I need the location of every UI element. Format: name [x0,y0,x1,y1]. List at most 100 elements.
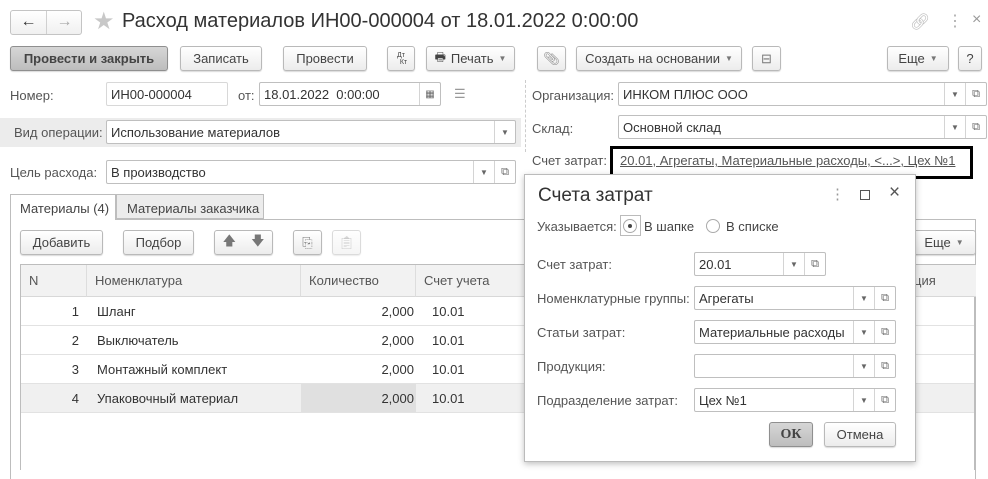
attach-button[interactable]: 📎︎ [537,46,566,71]
header-n[interactable]: N [21,265,87,297]
select-button[interactable]: Подбор [123,230,194,255]
open-icon[interactable]: ⧉ [965,116,986,138]
arrow-down-icon[interactable]: 🡇 [251,232,264,254]
cost-accounts-dialog: Счета затрат ⋮ × Указывается: В шапке В … [524,174,916,462]
more-button[interactable]: Еще ▼ [887,46,949,71]
account-value: 20.01 [699,256,732,272]
paste-button[interactable]: 📋︎ [332,230,361,255]
save-button[interactable]: Записать [180,46,262,71]
open-icon[interactable]: ⧉ [494,161,515,183]
items-select[interactable]: Материальные расходы ▼ ⧉ [694,320,896,344]
division-select[interactable]: Цех №1 ▼ ⧉ [694,388,896,412]
header-quantity[interactable]: Количество [301,265,416,297]
chevron-down-icon: ▼ [498,54,507,63]
account-label: Счет затрат: [537,257,612,272]
chevron-down-icon: ▼ [929,54,938,63]
operation-value: Использование материалов [111,124,281,140]
radio-list[interactable] [706,219,720,233]
dropdown-icon[interactable]: ▼ [944,116,965,138]
organization-select[interactable]: ИНКОМ ПЛЮС ООО ▼ ⧉ [618,82,987,106]
row-account: 10.01 [432,391,465,406]
dropdown-icon[interactable]: ▼ [783,253,804,275]
kt-label: Кт [399,58,408,66]
account-select[interactable]: 20.01 ▼ ⧉ [694,252,826,276]
purpose-value: В производство [111,164,206,180]
print-label: Печать [450,51,494,66]
help-button[interactable]: ? [958,46,982,71]
tab-materials[interactable]: Материалы (4) [10,194,116,220]
structure-button[interactable]: ⊟ [752,46,781,71]
date-label: от: [238,88,255,103]
copy-button[interactable]: ⎘ [293,230,322,255]
printer-icon: 🖶 [434,50,446,64]
history-icon[interactable]: ☰ [454,86,466,102]
warehouse-select[interactable]: Основной склад ▼ ⧉ [618,115,987,139]
cancel-button[interactable]: Отмена [824,422,896,447]
chevron-down-icon: ▼ [955,238,964,247]
maximize-icon[interactable] [860,190,870,200]
row-number: 4 [71,391,79,406]
dropdown-icon[interactable]: ▼ [853,287,874,309]
row-quantity: 2,000 [381,391,414,406]
post-and-close-button[interactable]: Провести и закрыть [10,46,168,71]
more-vertical-icon[interactable]: ⋮ [830,185,845,203]
open-icon[interactable]: ⧉ [874,355,895,377]
nav-buttons: ← → [10,10,82,35]
dt-kt-button[interactable]: Дт Кт [387,46,415,71]
add-button[interactable]: Добавить [20,230,103,255]
radio-header-label[interactable]: В шапке [644,219,694,234]
groups-select[interactable]: Агрегаты ▼ ⧉ [694,286,896,310]
create-based-on-button[interactable]: Создать на основании ▼ [576,46,742,71]
back-button[interactable]: ← [11,11,47,34]
ok-button[interactable]: ОК [769,422,813,447]
organization-value: ИНКОМ ПЛЮС ООО [623,86,748,102]
calendar-icon[interactable]: ▦ [419,83,440,105]
move-buttons: 🡅 🡇 [214,230,273,255]
link-icon[interactable]: 🔗︎ [910,12,930,32]
favorite-star-icon[interactable]: ★ [93,7,115,36]
post-button[interactable]: Провести [283,46,367,71]
radio-header[interactable] [623,219,637,233]
open-icon[interactable]: ⧉ [874,389,895,411]
row-number: 3 [71,362,79,377]
dropdown-icon[interactable]: ▼ [494,121,515,143]
header-nomenclature[interactable]: Номенклатура [87,265,301,297]
row-account: 10.01 [432,304,465,319]
division-value: Цех №1 [699,392,747,408]
close-icon[interactable]: × [972,11,981,29]
cost-account-label: Счет затрат: [532,153,607,168]
print-button[interactable]: 🖶 Печать ▼ [426,46,515,71]
more-vertical-icon[interactable]: ⋮ [947,11,963,31]
product-select[interactable]: ▼ ⧉ [694,354,896,378]
items-value: Материальные расходы [699,324,845,340]
dropdown-icon[interactable]: ▼ [853,355,874,377]
dropdown-icon[interactable]: ▼ [853,321,874,343]
groups-value: Агрегаты [699,290,754,306]
row-quantity: 2,000 [381,362,414,377]
dropdown-icon[interactable]: ▼ [944,83,965,105]
open-icon[interactable]: ⧉ [804,253,825,275]
paperclip-icon: 📎︎ [543,50,560,66]
cost-account-link[interactable]: 20.01, Агрегаты, Материальные расходы, <… [620,153,955,168]
row-number: 2 [71,333,79,348]
operation-select[interactable]: Использование материалов ▼ [106,120,516,144]
arrow-up-icon[interactable]: 🡅 [223,232,236,254]
open-icon[interactable]: ⧉ [965,83,986,105]
row-nomenclature: Шланг [97,304,136,319]
close-icon[interactable]: × [889,182,900,204]
purpose-select[interactable]: В производство ▼ ⧉ [106,160,516,184]
table-more-button[interactable]: Еще ▼ [912,230,976,255]
tab-customer-materials[interactable]: Материалы заказчика [116,194,264,219]
number-label: Номер: [10,88,54,103]
number-input[interactable]: ИН00-000004 [106,82,228,106]
open-icon[interactable]: ⧉ [874,321,895,343]
dropdown-icon[interactable]: ▼ [473,161,494,183]
open-icon[interactable]: ⧉ [874,287,895,309]
column-divider [525,80,526,152]
copy-icon: ⎘ [302,234,313,250]
dropdown-icon[interactable]: ▼ [853,389,874,411]
warehouse-value: Основной склад [623,119,721,135]
radio-list-label[interactable]: В списке [726,219,779,234]
forward-button[interactable]: → [47,11,82,34]
date-input[interactable]: 18.01.2022 0:00:00 ▦ [259,82,441,106]
